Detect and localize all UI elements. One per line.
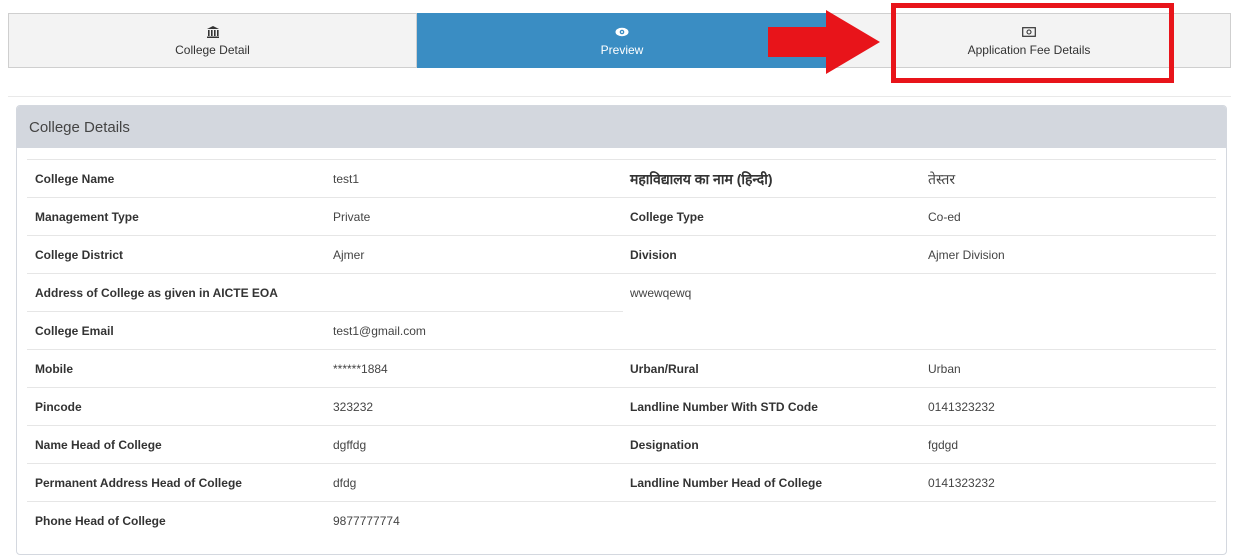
- detail-row: Pincode 323232 Landline Number With STD …: [27, 387, 1216, 426]
- detail-label: Mobile: [35, 362, 73, 376]
- detail-row: Permanent Address Head of College dfdg L…: [27, 463, 1216, 502]
- detail-value: तेस्तर: [928, 171, 956, 187]
- tab-label: College Detail: [175, 43, 250, 57]
- tab-college-detail[interactable]: College Detail: [8, 13, 417, 68]
- tab-label: Preview: [600, 43, 644, 57]
- detail-label: Permanent Address Head of College: [35, 476, 242, 490]
- detail-value: wwewqewq: [630, 286, 692, 300]
- panel-title: College Details: [17, 106, 1226, 148]
- detail-value: test1@gmail.com: [333, 324, 426, 338]
- detail-label: College Email: [35, 324, 114, 338]
- detail-label: Division: [630, 248, 677, 262]
- eye-icon: [615, 24, 629, 40]
- highlight-box-annotation: [891, 3, 1174, 83]
- detail-value: Co-ed: [928, 210, 961, 224]
- detail-value: 323232: [333, 400, 374, 414]
- detail-value: Urban: [928, 362, 961, 376]
- detail-row: College District Ajmer Division Ajmer Di…: [27, 235, 1216, 274]
- detail-value: 0141323232: [928, 400, 995, 414]
- detail-label: Landline Number With STD Code: [630, 400, 818, 414]
- detail-row: Name Head of College dgffdg Designation …: [27, 425, 1216, 464]
- detail-label: College Name: [35, 172, 115, 186]
- detail-label: Pincode: [35, 400, 82, 414]
- detail-row: Address of College as given in AICTE EOA…: [27, 273, 1216, 312]
- bank-icon: [206, 24, 220, 40]
- detail-label: College Type: [630, 210, 704, 224]
- detail-value: Ajmer Division: [928, 248, 1005, 262]
- detail-label: Address of College as given in AICTE EOA: [35, 286, 278, 300]
- detail-label: Phone Head of College: [35, 514, 166, 528]
- detail-label: महाविद्यालय का नाम (हिन्दी): [630, 171, 773, 187]
- detail-row: Phone Head of College 9877777774: [27, 501, 1216, 540]
- detail-value: 0141323232: [928, 476, 995, 490]
- detail-row: College Name test1 महाविद्यालय का नाम (ह…: [27, 159, 1216, 198]
- detail-row: College Email test1@gmail.com: [27, 311, 623, 350]
- college-details-panel: College Details College Name test1 महावि…: [16, 105, 1227, 555]
- divider: [8, 96, 1231, 97]
- detail-value: Private: [333, 210, 371, 224]
- detail-row: Mobile ******1884 Urban/Rural Urban: [27, 349, 1216, 388]
- detail-label: Urban/Rural: [630, 362, 699, 376]
- detail-value: fgdgd: [928, 438, 959, 452]
- detail-value: dfdg: [333, 476, 357, 490]
- red-arrow-annotation: [768, 10, 880, 74]
- detail-value: 9877777774: [333, 514, 400, 528]
- detail-value: ******1884: [333, 362, 388, 376]
- detail-label: Designation: [630, 438, 699, 452]
- tab-preview[interactable]: Preview: [417, 13, 827, 68]
- detail-label: Landline Number Head of College: [630, 476, 823, 490]
- detail-label: Management Type: [35, 210, 139, 224]
- detail-row: Management Type Private College Type Co-…: [27, 197, 1216, 236]
- detail-label: Name Head of College: [35, 438, 162, 452]
- detail-value: dgffdg: [333, 438, 367, 452]
- detail-label: College District: [35, 248, 124, 262]
- detail-value: Ajmer: [333, 248, 365, 262]
- detail-value: test1: [333, 172, 360, 186]
